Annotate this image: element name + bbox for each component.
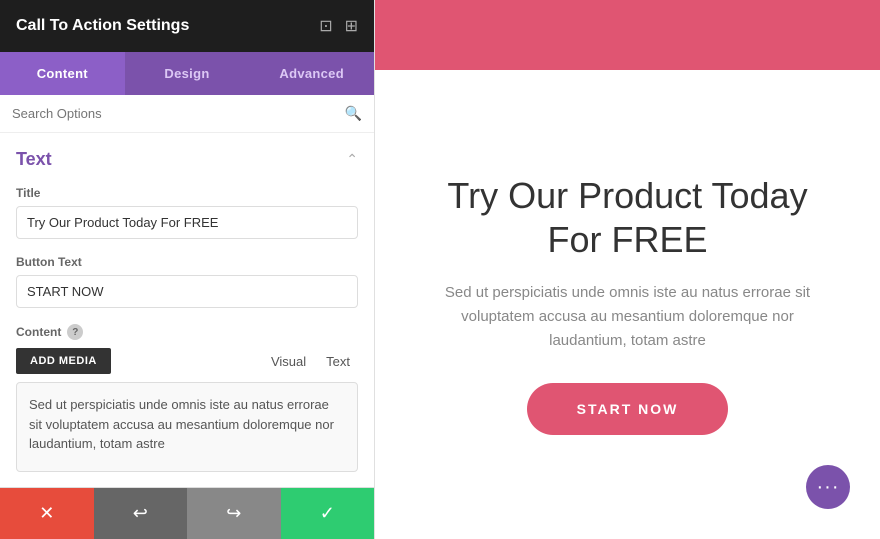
search-bar: 🔍 — [0, 95, 374, 133]
visual-tab[interactable]: Visual — [263, 350, 314, 373]
editor-view-tabs: Visual Text — [263, 350, 358, 373]
button-text-input[interactable] — [16, 275, 358, 308]
preview-header — [375, 0, 880, 70]
search-input[interactable] — [12, 106, 337, 121]
tab-advanced[interactable]: Advanced — [249, 52, 374, 95]
button-text-label: Button Text — [16, 255, 358, 269]
tab-design[interactable]: Design — [125, 52, 250, 95]
content-field-group: Content ? ADD MEDIA Visual Text Sed ut p… — [16, 324, 358, 472]
preview-content: Try Our Product Today For FREE Sed ut pe… — [375, 70, 880, 539]
collapse-icon[interactable]: ⌃ — [346, 151, 358, 168]
floating-menu-button[interactable]: ··· — [806, 465, 850, 509]
text-tab[interactable]: Text — [318, 350, 358, 373]
panel-title: Call To Action Settings — [16, 17, 189, 35]
preview-cta-button[interactable]: START NOW — [527, 383, 729, 435]
content-label-text: Content — [16, 325, 61, 339]
section-title: Text — [16, 149, 52, 170]
redo-button[interactable]: ↪ — [187, 488, 281, 539]
preview-title: Try Our Product Today For FREE — [435, 174, 820, 260]
title-field-group: Title — [16, 186, 358, 239]
panel-header: Call To Action Settings ⊡ ⊞ — [0, 0, 374, 52]
text-section-header: Text ⌃ — [16, 149, 358, 170]
search-icon: 🔍 — [345, 105, 362, 122]
save-button[interactable]: ✓ — [281, 488, 375, 539]
undo-button[interactable]: ↩ — [94, 488, 188, 539]
help-icon[interactable]: ? — [67, 324, 83, 340]
preview-panel: Try Our Product Today For FREE Sed ut pe… — [375, 0, 880, 539]
header-icons: ⊡ ⊞ — [319, 16, 358, 36]
tab-content[interactable]: Content — [0, 52, 125, 95]
bottom-bar: ✕ ↩ ↪ ✓ — [0, 487, 374, 539]
content-label: Content ? — [16, 324, 358, 340]
cancel-button[interactable]: ✕ — [0, 488, 94, 539]
content-editor[interactable]: Sed ut perspiciatis unde omnis iste au n… — [16, 382, 358, 472]
preview-body: Sed ut perspiciatis unde omnis iste au n… — [435, 281, 820, 353]
editor-toolbar: ADD MEDIA Visual Text — [16, 348, 358, 374]
layout-icon[interactable]: ⊞ — [345, 16, 358, 36]
expand-icon[interactable]: ⊡ — [319, 16, 332, 36]
tabs-bar: Content Design Advanced — [0, 52, 374, 95]
title-input[interactable] — [16, 206, 358, 239]
title-label: Title — [16, 186, 358, 200]
panel-body: Text ⌃ Title Button Text Content ? ADD M… — [0, 133, 374, 487]
settings-panel: Call To Action Settings ⊡ ⊞ Content Desi… — [0, 0, 375, 539]
button-text-field-group: Button Text — [16, 255, 358, 308]
add-media-button[interactable]: ADD MEDIA — [16, 348, 111, 374]
